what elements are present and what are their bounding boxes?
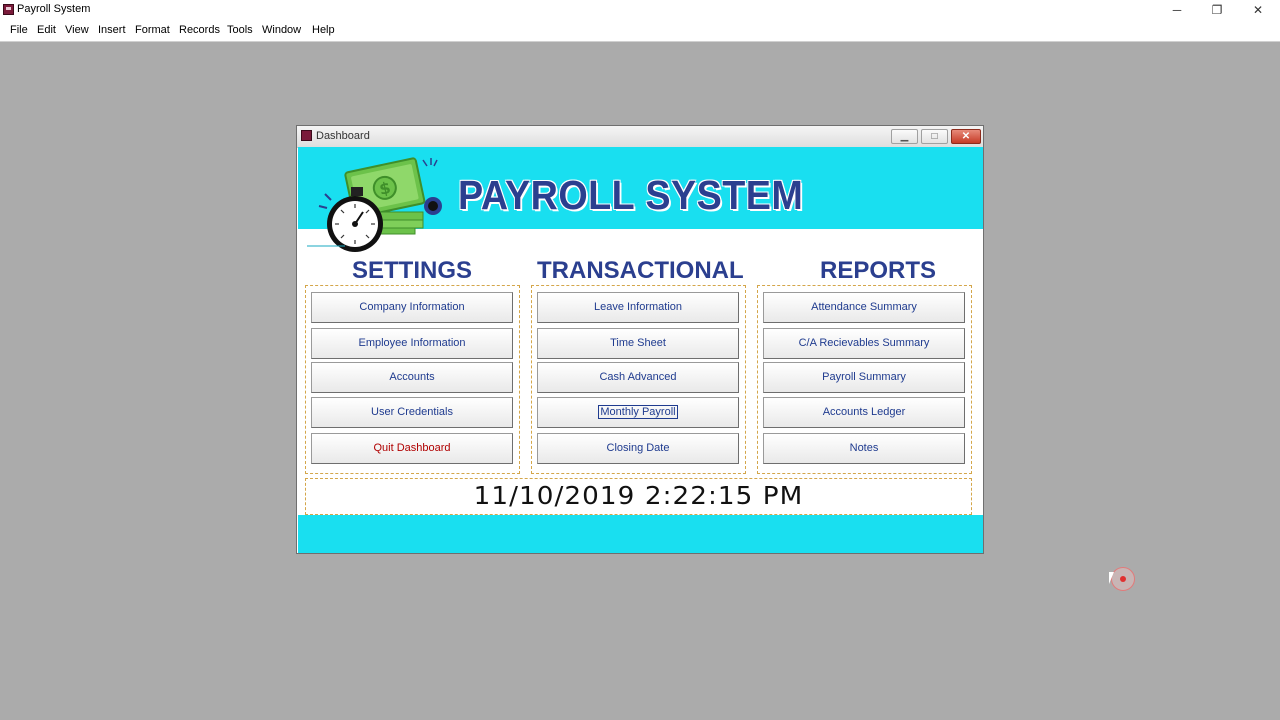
company-information-button[interactable]: Company Information: [311, 292, 513, 323]
dashboard-maximize-button[interactable]: □: [921, 129, 948, 144]
dashboard-minimize-button[interactable]: ▁: [891, 129, 918, 144]
settings-heading: SETTINGS: [352, 257, 473, 284]
button-label: Company Information: [359, 301, 465, 313]
dashboard-window: Dashboard ▁ □ ✕ PAYROLL SYSTEM $ SETTING…: [296, 125, 984, 554]
accounts-button[interactable]: Accounts: [311, 362, 513, 393]
menu-view[interactable]: View: [65, 24, 89, 36]
quit-dashboard-button[interactable]: Quit Dashboard: [311, 433, 513, 464]
notes-button[interactable]: Notes: [763, 433, 965, 464]
button-label: Notes: [849, 442, 879, 454]
menu-tools[interactable]: Tools: [227, 24, 253, 36]
mouse-cursor-icon: [1109, 572, 1114, 584]
banner-title: PAYROLL SYSTEM: [458, 172, 804, 218]
button-label: Employee Information: [358, 337, 466, 349]
button-label: Leave Information: [593, 301, 683, 313]
footer-bar: [298, 515, 983, 553]
button-label: C/A Recievables Summary: [798, 337, 930, 349]
menu-records[interactable]: Records: [179, 24, 220, 36]
ca-recievables-summary-button[interactable]: C/A Recievables Summary: [763, 328, 965, 359]
transactional-heading: TRANSACTIONAL: [537, 257, 744, 284]
attendance-summary-button[interactable]: Attendance Summary: [763, 292, 965, 323]
time-sheet-button[interactable]: Time Sheet: [537, 328, 739, 359]
date-time-display: 11/10/2019 2:22:15 PM: [473, 481, 804, 510]
button-label: Accounts Ledger: [822, 406, 906, 418]
menu-window[interactable]: Window: [262, 24, 301, 36]
dashboard-title: Dashboard: [316, 130, 370, 142]
restore-button[interactable]: ❐: [1197, 0, 1237, 20]
app-icon: [3, 4, 14, 15]
menu-help[interactable]: Help: [312, 24, 335, 36]
employee-information-button[interactable]: Employee Information: [311, 328, 513, 359]
minimize-button[interactable]: ─: [1157, 0, 1197, 20]
accounts-ledger-button[interactable]: Accounts Ledger: [763, 397, 965, 428]
cash-advanced-button[interactable]: Cash Advanced: [537, 362, 739, 393]
stopwatch-money-icon: $: [307, 157, 442, 252]
button-label: User Credentials: [371, 406, 453, 418]
payroll-summary-button[interactable]: Payroll Summary: [763, 362, 965, 393]
menu-insert[interactable]: Insert: [98, 24, 126, 36]
button-label: Payroll Summary: [822, 371, 906, 383]
button-label: Closing Date: [606, 442, 670, 454]
close-button[interactable]: ✕: [1238, 0, 1278, 20]
button-label: Cash Advanced: [599, 371, 677, 383]
click-dot-icon: [1120, 576, 1126, 582]
dashboard-close-button[interactable]: ✕: [951, 129, 981, 144]
monthly-payroll-button[interactable]: Monthly Payroll: [537, 397, 739, 428]
menu-format[interactable]: Format: [135, 24, 170, 36]
menu-file[interactable]: File: [10, 24, 28, 36]
button-label: Quit Dashboard: [373, 442, 451, 454]
button-label: Attendance Summary: [811, 301, 917, 313]
clock-panel: 11/10/2019 2:22:15 PM: [305, 478, 972, 515]
button-label: Monthly Payroll: [598, 405, 678, 419]
reports-heading: REPORTS: [820, 257, 937, 284]
closing-date-button[interactable]: Closing Date: [537, 433, 739, 464]
menu-bar: File Edit View Insert Format Records Too…: [0, 20, 1280, 42]
button-label: Time Sheet: [610, 337, 666, 349]
user-credentials-button[interactable]: User Credentials: [311, 397, 513, 428]
dashboard-titlebar[interactable]: Dashboard ▁ □ ✕: [297, 126, 983, 148]
button-label: Accounts: [389, 371, 435, 383]
dashboard-icon: [301, 130, 312, 141]
menu-edit[interactable]: Edit: [37, 24, 56, 36]
leave-information-button[interactable]: Leave Information: [537, 292, 739, 323]
app-title: Payroll System: [17, 3, 91, 15]
app-titlebar: Payroll System ─ ❐ ✕: [0, 0, 1280, 20]
